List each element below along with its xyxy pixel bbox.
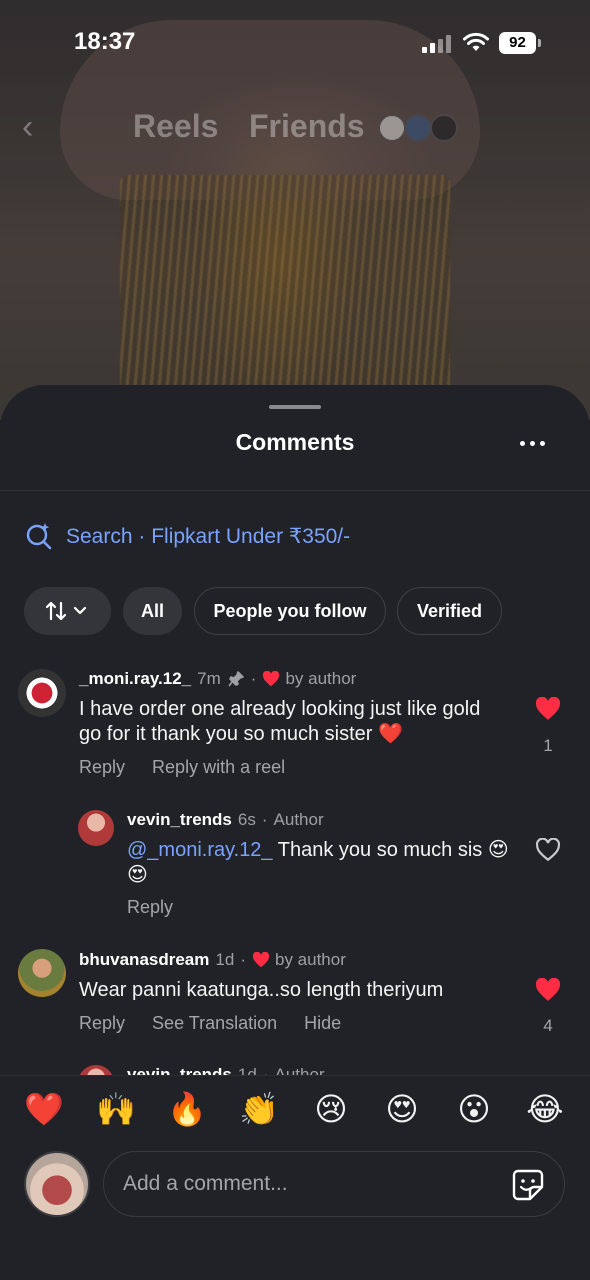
like-count: 1 xyxy=(543,736,553,755)
battery-level: 92 xyxy=(499,32,536,54)
sparkle-search-icon xyxy=(26,523,52,550)
sort-button[interactable] xyxy=(24,587,111,635)
comment-actions: Reply Reply with a reel xyxy=(79,757,307,778)
reply-button[interactable]: Reply xyxy=(79,757,125,777)
emoji-fire-button[interactable]: 🔥 xyxy=(165,1090,209,1128)
author-liked-heart-icon xyxy=(252,952,270,968)
comment-actions: Reply xyxy=(127,897,195,918)
avatar[interactable] xyxy=(18,669,66,717)
reply-button[interactable]: Reply xyxy=(79,1013,125,1033)
filter-verified[interactable]: Verified xyxy=(397,587,502,635)
reels-top-nav: ‹ Reels Friends xyxy=(0,100,590,156)
avatar xyxy=(430,114,458,142)
comment-composer: Add a comment... xyxy=(0,1145,590,1280)
reply-with-reel-button[interactable]: Reply with a reel xyxy=(152,757,285,777)
my-avatar xyxy=(24,1151,90,1217)
emoji-raised-hands-button[interactable]: 🙌 xyxy=(94,1090,138,1128)
like-heart-filled-icon[interactable] xyxy=(535,697,561,721)
filter-all[interactable]: All xyxy=(123,587,182,635)
avatar[interactable] xyxy=(18,949,66,997)
comment-header: _moni.ray.12_ 7m · by author xyxy=(79,669,357,689)
emoji-laughing-button[interactable]: 😂 xyxy=(523,1090,567,1128)
author-tag: Author xyxy=(273,810,324,829)
friends-avatars[interactable] xyxy=(378,114,462,142)
sort-arrows-icon xyxy=(45,601,86,621)
comment-username[interactable]: _moni.ray.12_ xyxy=(79,669,191,689)
wifi-icon xyxy=(463,32,489,51)
battery-icon: 92 xyxy=(499,32,541,54)
filter-people-you-follow[interactable]: People you follow xyxy=(194,587,386,635)
comment-item: bhuvanasdream 1d · by author Wear panni … xyxy=(0,935,590,1075)
sheet-drag-handle[interactable] xyxy=(269,405,321,409)
emoji-crying-button[interactable]: 😢 xyxy=(309,1090,353,1128)
comment-header: bhuvanasdream 1d · by author xyxy=(79,950,346,970)
comment-time: 7m xyxy=(197,669,221,688)
sticker-icon[interactable] xyxy=(511,1168,545,1202)
liked-by-author-label: by author xyxy=(285,669,357,688)
more-options-icon[interactable] xyxy=(516,431,550,455)
like-heart-outline-icon[interactable] xyxy=(535,838,561,862)
hide-button[interactable]: Hide xyxy=(304,1013,341,1033)
like-count: 4 xyxy=(543,1016,553,1035)
tab-friends[interactable]: Friends xyxy=(249,108,365,145)
cellular-signal-icon xyxy=(422,35,454,53)
comment-time: 1d xyxy=(215,950,235,969)
search-suggestion-text: Search · Flipkart Under ₹350/- xyxy=(66,525,351,548)
sheet-title: Comments xyxy=(235,429,355,455)
comment-text: @_moni.ray.12_ Thank you so much sis 😍😍 xyxy=(127,838,512,888)
comment-reply-item: vevin_trends 6s · Author @_moni.ray.12_ … xyxy=(0,795,590,935)
comment-text: Wear panni kaatunga..so length theriyum xyxy=(79,979,444,1001)
tab-reels[interactable]: Reels xyxy=(133,108,218,145)
comment-header: vevin_trends 6s · Author xyxy=(127,810,324,830)
emoji-clap-button[interactable]: 👏 xyxy=(237,1090,281,1128)
emoji-quick-bar: ❤️ 🙌 🔥 👏 😢 😍 😮 😂 xyxy=(0,1075,590,1145)
divider xyxy=(0,490,590,491)
comment-actions: Reply See Translation Hide xyxy=(79,1013,363,1034)
comment-username[interactable]: bhuvanasdream xyxy=(79,950,209,970)
mention-link[interactable]: @_moni.ray.12_ xyxy=(127,839,273,861)
status-time: 18:37 xyxy=(74,28,136,55)
back-chevron-icon[interactable]: ‹ xyxy=(22,110,52,144)
like-heart-filled-icon[interactable] xyxy=(535,978,561,1002)
emoji-surprised-button[interactable]: 😮 xyxy=(452,1090,496,1128)
comment-item: _moni.ray.12_ 7m · by author I have orde… xyxy=(0,655,590,795)
comment-input-placeholder: Add a comment... xyxy=(123,1172,288,1195)
pin-icon xyxy=(228,671,244,687)
liked-by-author-label: by author xyxy=(274,950,346,969)
comment-text: I have order one already looking just li… xyxy=(79,698,481,745)
comment-time: 6s xyxy=(237,810,256,829)
see-translation-button[interactable]: See Translation xyxy=(152,1013,277,1033)
comment-filters: All People you follow Verified xyxy=(24,587,584,635)
emoji-heart-eyes-button[interactable]: 😍 xyxy=(380,1090,424,1128)
avatar xyxy=(404,114,432,142)
reply-button[interactable]: Reply xyxy=(127,897,173,917)
author-liked-heart-icon xyxy=(263,671,280,687)
status-bar: 18:37 92 xyxy=(0,0,590,88)
avatar[interactable] xyxy=(78,810,114,846)
avatar xyxy=(378,114,406,142)
comment-input[interactable]: Add a comment... xyxy=(103,1151,565,1217)
search-suggestion[interactable]: Search · Flipkart Under ₹350/- xyxy=(24,519,564,553)
emoji-heart-button[interactable]: ❤️ xyxy=(22,1090,66,1128)
comment-username[interactable]: vevin_trends xyxy=(127,810,232,830)
